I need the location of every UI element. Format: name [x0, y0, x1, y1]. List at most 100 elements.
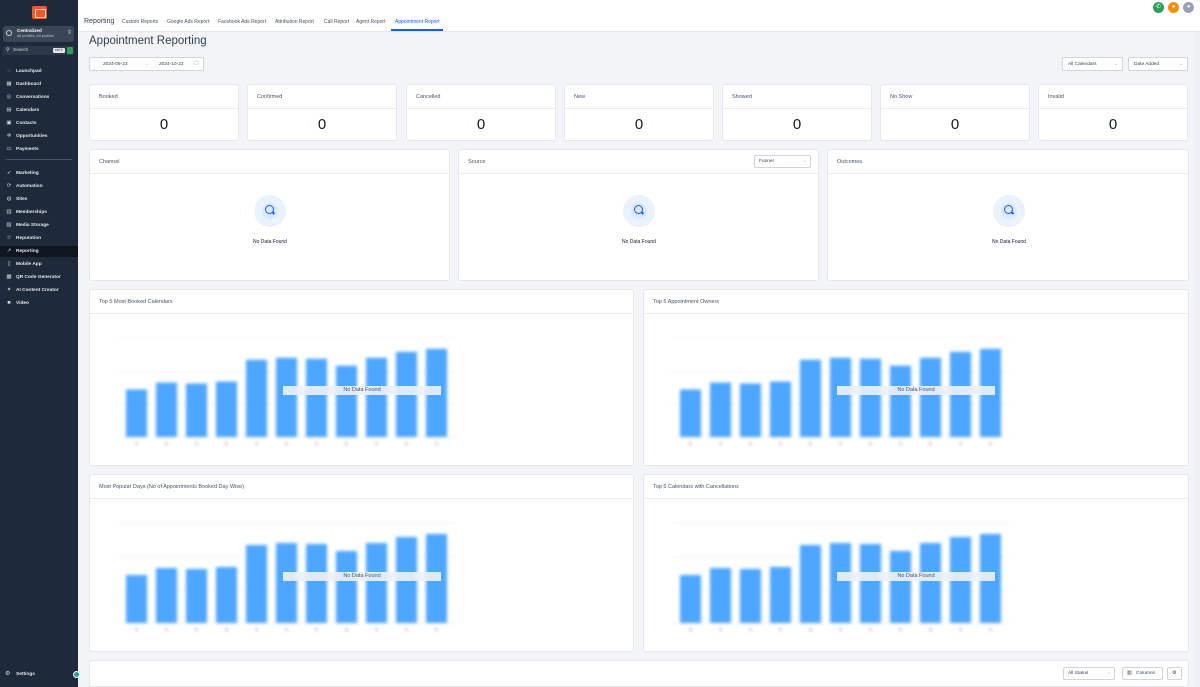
help-icon[interactable] [73, 671, 80, 678]
sidebar-item-calendars[interactable]: ▤ Calendars [0, 105, 78, 116]
calendar-filter-select[interactable]: All Calendars ⌄ [1062, 57, 1123, 71]
chevron-updown-icon: ⇕ [66, 30, 72, 36]
x-tick [345, 628, 348, 631]
x-tick [809, 442, 812, 445]
sidebar-item-mobile-app[interactable]: ▯ Mobile App [0, 259, 78, 270]
tab-attribution-report[interactable]: Attribution Report [275, 19, 314, 25]
phone-icon[interactable]: ✆ [1153, 2, 1164, 13]
automation-icon: ⟳ [6, 183, 12, 189]
mobile-icon: ▯ [7, 261, 11, 267]
sidebar-item-launchpad[interactable]: ◌ Launchpad [0, 66, 78, 77]
panel-divider [90, 173, 449, 174]
sidebar-item-settings[interactable]: ⚙ Settings [0, 669, 80, 680]
stat-card-booked: Booked 0 [89, 84, 239, 141]
sidebar-item-dashboard[interactable]: ▦ Dashboard [0, 79, 78, 90]
account-name: Centralized [17, 28, 42, 33]
x-tick [809, 628, 812, 631]
sidebar-item-media-storage[interactable]: ▨ Media Storage [0, 220, 78, 231]
stat-label: Confirmed [257, 94, 283, 100]
x-tick [165, 442, 168, 445]
x-tick [345, 442, 348, 445]
panel-title: Channel [99, 159, 120, 165]
tab-agent-report[interactable]: Agent Report [356, 19, 385, 25]
x-tick [375, 628, 378, 631]
channel-panel: Channel No Data Found [89, 149, 450, 281]
tab-google-ads-report[interactable]: Google Ads Report [167, 19, 209, 25]
top-cancellations-chart [672, 522, 1010, 631]
tab-facebook-ads-report[interactable]: Facebook Ads Report [218, 19, 266, 25]
location-icon [6, 30, 12, 36]
empty-message: No Data Found [622, 239, 656, 245]
search-empty-icon [993, 195, 1025, 227]
sidebar-item-video[interactable]: ■ Video [0, 298, 78, 309]
bar [680, 389, 701, 437]
page-scrollbar[interactable] [1195, 32, 1200, 687]
stat-label: No Show [890, 94, 913, 100]
bell-icon[interactable]: ● [1168, 2, 1179, 13]
bar [336, 551, 357, 623]
bar [920, 357, 941, 437]
page-title: Appointment Reporting [89, 35, 207, 47]
status-filter-select[interactable]: All Status ⌄ [1063, 667, 1115, 680]
panel-divider [828, 173, 1188, 174]
sidebar-item-sites[interactable]: ◍ Sites [0, 194, 78, 205]
top-calendars-chart-card: Top 5 Most Booked Calendars No Data Foun… [89, 289, 634, 466]
calendar-filter-value: All Calendars [1068, 62, 1097, 67]
stat-value: 0 [950, 116, 960, 133]
date-range-picker[interactable]: 2024-09-23 → 2024-10-22 ▢ [89, 57, 204, 71]
sidebar-item-label: Mobile App [16, 262, 42, 267]
sidebar-item-opportunities[interactable]: ✲ Opportunities [0, 131, 78, 142]
stat-value: 0 [159, 116, 169, 133]
sidebar-item-automation[interactable]: ⟳ Automation [0, 181, 78, 192]
sidebar-search[interactable]: ⚲ Search ctrl K [3, 46, 74, 55]
stat-divider [90, 108, 238, 109]
opportunities-icon: ✲ [6, 133, 12, 139]
tab-appointment-report[interactable]: Appointment Report [395, 19, 439, 25]
x-tick [255, 442, 258, 445]
stat-value: 0 [634, 116, 644, 133]
tab-custom-reports[interactable]: Custom Reports [122, 19, 158, 25]
source-panel: Source Funnel ⌄ No Data Found [458, 149, 819, 281]
company-logo[interactable] [32, 6, 47, 19]
sidebar-item-contacts[interactable]: ▣ Contacts [0, 118, 78, 129]
sidebar-item-reporting[interactable]: ↗ Reporting [0, 246, 78, 257]
stat-divider [723, 108, 871, 109]
sidebar-item-conversations[interactable]: ◎ Conversations [0, 92, 78, 103]
sidebar-item-memberships[interactable]: ▥ Memberships [0, 207, 78, 218]
account-switcher[interactable]: Centralized All profiles, All profiles ⇕ [3, 26, 74, 42]
x-tick [959, 628, 962, 631]
source-view-select[interactable]: Funnel ⌄ [754, 155, 811, 168]
no-data-overlay: No Data Found [837, 572, 995, 581]
stat-label: Cancelled [416, 94, 441, 100]
quick-action-icon[interactable] [67, 47, 73, 54]
stat-label: Invalid [1048, 94, 1064, 100]
columns-button[interactable]: ▥ Columns [1122, 667, 1163, 680]
chevron-down-icon: ⌄ [1178, 61, 1183, 67]
stat-label: Booked [99, 94, 118, 100]
columns-label: Columns [1136, 671, 1155, 676]
x-tick [749, 442, 752, 445]
source-view-value: Funnel [759, 159, 774, 164]
sidebar-item-label: Reporting [16, 249, 39, 254]
sidebar-item-qr-code-generator[interactable]: ▩ QR Code Generator [0, 272, 78, 283]
bar [156, 568, 177, 623]
bar [800, 545, 821, 623]
sidebar-item-reputation[interactable]: ☆ Reputation [0, 233, 78, 244]
sidebar-item-payments[interactable]: ▭ Payments [0, 144, 78, 155]
sidebar-item-marketing[interactable]: ➶ Marketing [0, 168, 78, 179]
settings-button[interactable]: ⚙ [1167, 667, 1182, 680]
x-tick [435, 442, 438, 445]
sidebar-item-label: Video [16, 301, 29, 306]
x-tick [839, 628, 842, 631]
sidebar-item-ai-content-creator[interactable]: ✦ AI Content Creator [0, 285, 78, 296]
marketing-icon: ➶ [6, 170, 12, 176]
x-tick [719, 442, 722, 445]
avatar[interactable]: ● [1183, 2, 1194, 13]
empty-message: No Data Found [253, 239, 287, 245]
x-tick [405, 442, 408, 445]
sidebar-item-label: Memberships [16, 210, 47, 215]
tab-call-report[interactable]: Call Report [324, 19, 349, 25]
bar [366, 357, 387, 437]
date-type-select[interactable]: Date Added ⌄ [1128, 57, 1188, 71]
bar [920, 543, 941, 623]
